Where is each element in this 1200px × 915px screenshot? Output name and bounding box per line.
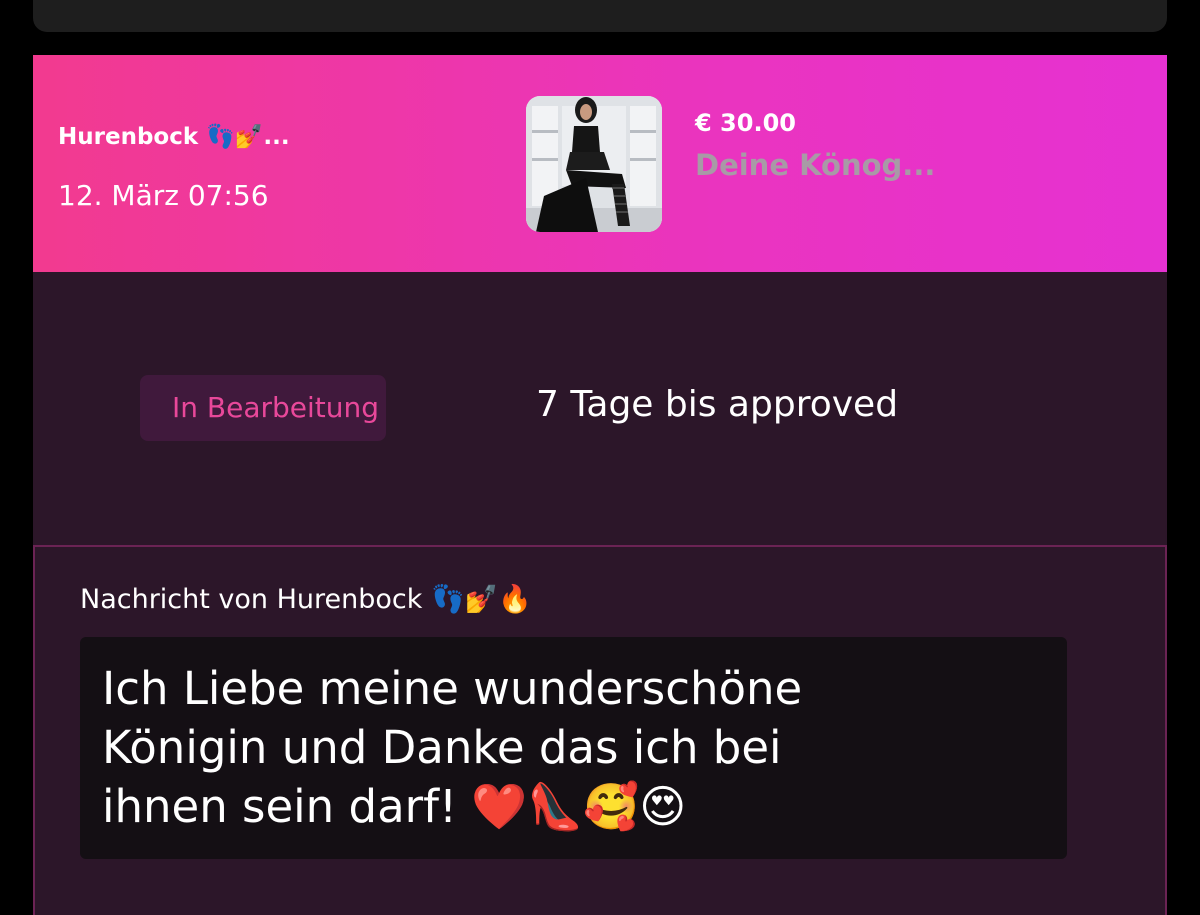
product-title: Deine Könog... xyxy=(695,148,936,182)
status-badge: In Bearbeitung xyxy=(140,375,386,441)
order-header-card[interactable]: Hurenbock 👣💅... 12. März 07:56 € 30.00 D… xyxy=(33,55,1167,272)
message-box: Ich Liebe meine wunderschöne Königin und… xyxy=(80,637,1067,859)
status-panel: In Bearbeitung 7 Tage bis approved xyxy=(33,272,1167,545)
order-price: € 30.00 xyxy=(695,109,796,137)
order-date: 12. März 07:56 xyxy=(58,179,269,212)
sender-name: Hurenbock 👣💅... xyxy=(58,124,290,150)
message-from-label: Nachricht von Hurenbock 👣💅🔥 xyxy=(80,584,532,615)
previous-card[interactable] xyxy=(33,0,1167,32)
message-body: Ich Liebe meine wunderschöne Königin und… xyxy=(102,662,803,833)
product-thumbnail[interactable] xyxy=(526,96,662,232)
order-detail-screen: Hurenbock 👣💅... 12. März 07:56 € 30.00 D… xyxy=(0,0,1200,915)
approval-countdown: 7 Tage bis approved xyxy=(536,384,899,425)
message-panel: Nachricht von Hurenbock 👣💅🔥 Ich Liebe me… xyxy=(33,545,1167,915)
product-photo-icon xyxy=(526,96,662,232)
